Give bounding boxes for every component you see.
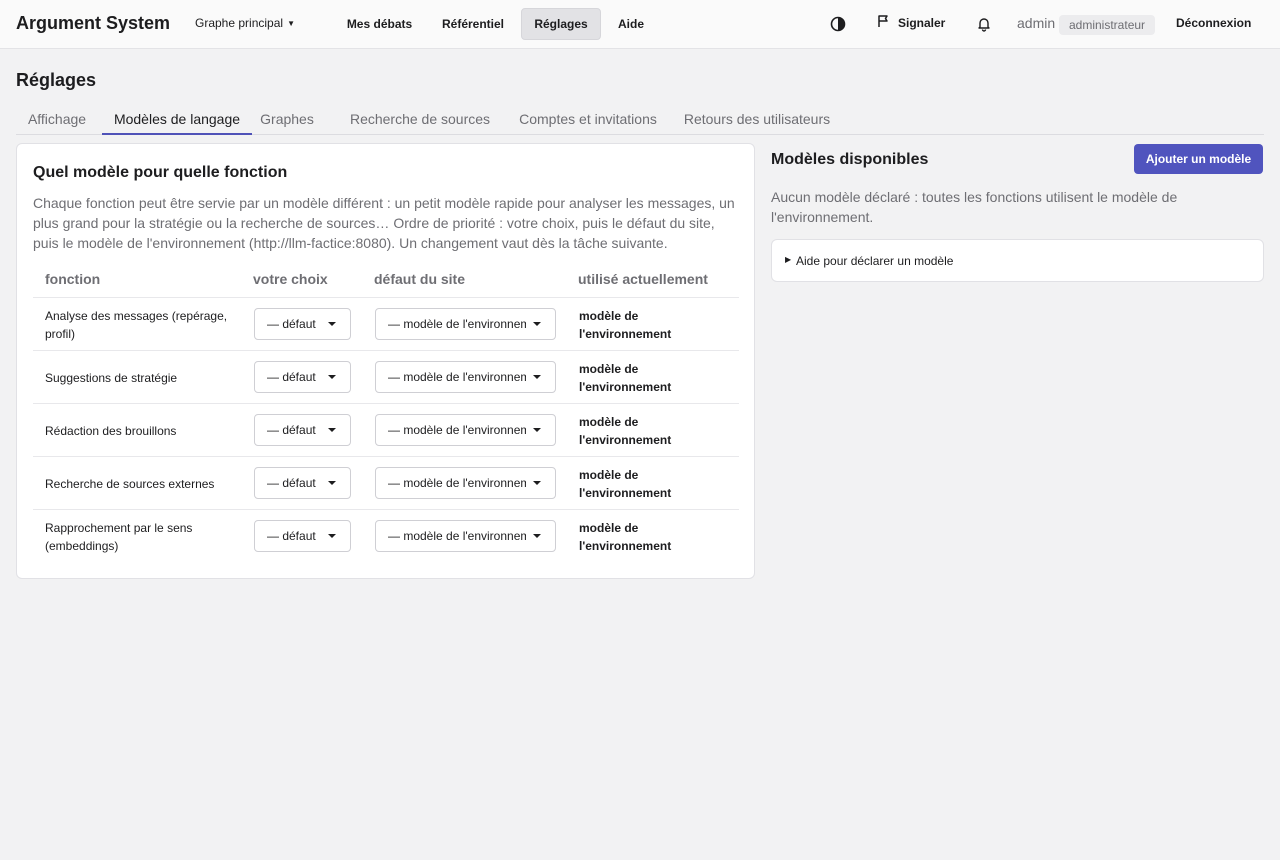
- currently-used-model: modèle de l'environnement: [579, 361, 672, 394]
- chevron-down-icon: [328, 534, 336, 538]
- chevron-down-icon: [328, 322, 336, 326]
- currently-used-model: modèle de l'environnement: [579, 308, 672, 341]
- nav-help[interactable]: Aide: [606, 8, 656, 40]
- tab-language-models[interactable]: Modèles de langage: [102, 104, 252, 135]
- table-row: Analyse des messages (repérage, profil) …: [33, 297, 739, 350]
- nav-settings[interactable]: Réglages: [521, 8, 601, 40]
- available-models-title: Modèles disponibles: [771, 151, 929, 168]
- function-name: Suggestions de stratégie: [45, 370, 178, 385]
- chevron-down-icon: [328, 375, 336, 379]
- chevron-down-icon: [328, 481, 336, 485]
- tab-accounts-invitations[interactable]: Comptes et invitations: [506, 104, 670, 135]
- site-default-select[interactable]: — modèle de l'environnement —: [375, 414, 556, 446]
- top-bar: Argument System Graphe principal ▼ Mes d…: [0, 0, 1280, 49]
- function-name: Rédaction des brouillons: [45, 423, 177, 438]
- chevron-down-icon: [533, 481, 541, 485]
- table-row: Rapprochement par le sens (embeddings) —…: [33, 509, 739, 562]
- column-header-currently-used: utilisé actuellement: [578, 271, 708, 287]
- chevron-down-icon: [533, 428, 541, 432]
- app-brand[interactable]: Argument System: [16, 13, 170, 34]
- card-description: Chaque fonction peut être servie par un …: [33, 195, 735, 251]
- currently-used-model: modèle de l'environnement: [579, 520, 672, 553]
- function-name: Recherche de sources externes: [45, 476, 215, 491]
- card-title: Quel modèle pour quelle fonction: [33, 164, 288, 181]
- your-choice-select[interactable]: — défaut du site —: [254, 361, 351, 393]
- your-choice-select[interactable]: — défaut du site —: [254, 520, 351, 552]
- tab-graphs[interactable]: Graphes: [256, 104, 318, 135]
- site-default-select[interactable]: — modèle de l'environnement —: [375, 520, 556, 552]
- nav-repository[interactable]: Référentiel: [430, 8, 516, 40]
- select-value: — modèle de l'environnement —: [388, 476, 526, 490]
- table-row: Rédaction des brouillons — défaut du sit…: [33, 403, 739, 456]
- model-assignment-card: Quel modèle pour quelle fonction Chaque …: [16, 143, 755, 579]
- chevron-down-icon: [533, 322, 541, 326]
- site-default-select[interactable]: — modèle de l'environnement —: [375, 361, 556, 393]
- logout-button[interactable]: Déconnexion: [1176, 16, 1251, 30]
- nav-my-debates[interactable]: Mes débats: [334, 8, 425, 40]
- column-header-your-choice: votre choix: [253, 271, 328, 287]
- report-label: Signaler: [898, 15, 946, 30]
- your-choice-select[interactable]: — défaut du site —: [254, 414, 351, 446]
- function-name: Rapprochement par le sens (embeddings): [45, 520, 193, 553]
- select-value: — défaut du site —: [267, 476, 319, 490]
- select-value: — modèle de l'environnement —: [388, 529, 526, 543]
- table-row: Recherche de sources externes — défaut d…: [33, 456, 739, 509]
- table-row: Suggestions de stratégie — défaut du sit…: [33, 350, 739, 403]
- select-value: — modèle de l'environnement —: [388, 423, 526, 437]
- settings-tabs: Affichage Modèles de langage Graphes Rec…: [16, 104, 1264, 135]
- currently-used-model: modèle de l'environnement: [579, 467, 672, 500]
- model-help-label: Aide pour déclarer un modèle: [796, 254, 954, 268]
- currently-used-model: modèle de l'environnement: [579, 414, 672, 447]
- site-default-select[interactable]: — modèle de l'environnement —: [375, 308, 556, 340]
- page-title: Réglages: [16, 70, 97, 90]
- add-model-button[interactable]: Ajouter un modèle: [1134, 144, 1263, 174]
- select-value: — défaut du site —: [267, 423, 319, 437]
- graph-selector-label: Graphe principal: [195, 16, 284, 30]
- chevron-down-icon: [533, 375, 541, 379]
- flag-icon: [876, 14, 890, 31]
- caret-down-icon: ▼: [287, 18, 295, 28]
- column-header-site-default: défaut du site: [374, 271, 466, 287]
- disclosure-triangle-icon: ▶: [785, 255, 792, 264]
- model-help-disclosure[interactable]: ▶ Aide pour déclarer un modèle: [771, 239, 1264, 282]
- your-choice-select[interactable]: — défaut du site —: [254, 467, 351, 499]
- tab-display[interactable]: Affichage: [16, 104, 98, 135]
- select-value: — modèle de l'environnement —: [388, 370, 526, 384]
- chevron-down-icon: [533, 534, 541, 538]
- tab-user-feedback[interactable]: Retours des utilisateurs: [672, 104, 842, 135]
- graph-selector[interactable]: Graphe principal ▼: [195, 16, 295, 30]
- tab-source-search[interactable]: Recherche de sources: [338, 104, 502, 135]
- contrast-icon[interactable]: [826, 12, 850, 36]
- function-name: Analyse des messages (repérage, profil): [45, 308, 228, 341]
- select-value: — modèle de l'environnement —: [388, 317, 526, 331]
- column-header-function: fonction: [45, 271, 101, 287]
- user-name: admin: [1017, 15, 1056, 31]
- role-badge: administrateur: [1059, 15, 1156, 35]
- site-default-select[interactable]: — modèle de l'environnement —: [375, 467, 556, 499]
- your-choice-select[interactable]: — défaut du site —: [254, 308, 351, 340]
- select-value: — défaut du site —: [267, 370, 319, 384]
- select-value: — défaut du site —: [267, 317, 319, 331]
- report-button[interactable]: Signaler: [876, 14, 945, 31]
- no-models-message: Aucun modèle déclaré : toutes les foncti…: [771, 189, 1178, 225]
- select-value: — défaut du site —: [267, 529, 319, 543]
- chevron-down-icon: [328, 428, 336, 432]
- bell-icon[interactable]: [972, 12, 996, 36]
